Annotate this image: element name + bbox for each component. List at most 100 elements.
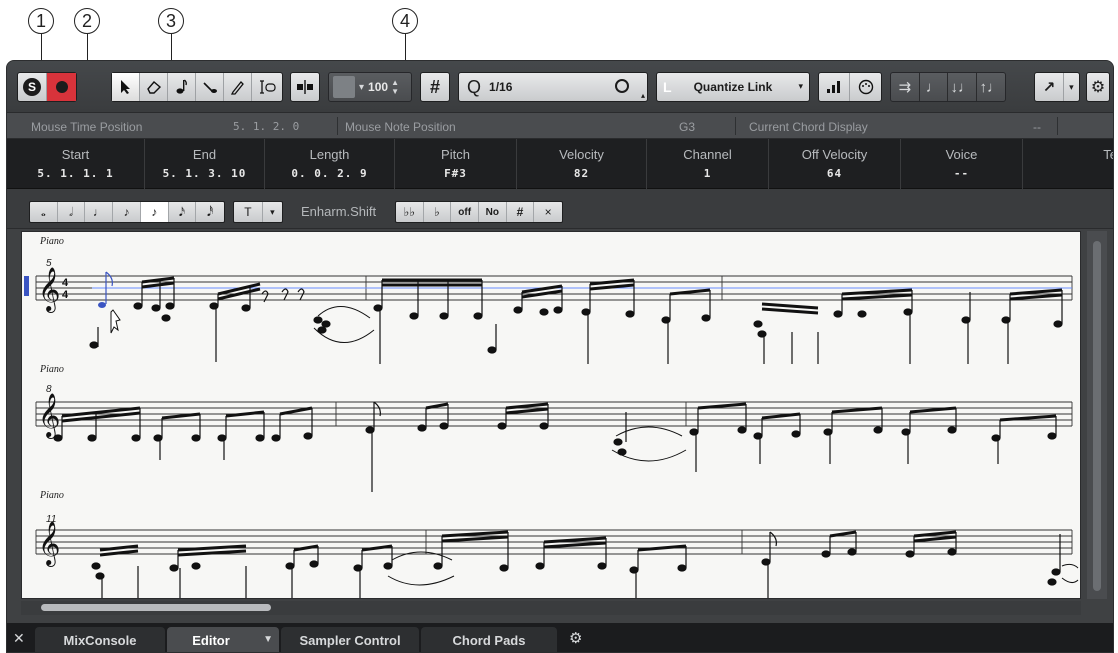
gear-icon[interactable]: ⚙: [569, 629, 582, 647]
snap-button[interactable]: #: [421, 73, 449, 101]
sixteenth-note-button[interactable]: ♪: [140, 202, 169, 222]
midi-input-button[interactable]: [850, 73, 881, 101]
info-length-value[interactable]: 0. 0. 2. 9: [265, 167, 394, 180]
pitch-record-button[interactable]: ♩: [920, 73, 948, 101]
settings-button[interactable]: ⚙: [1087, 73, 1109, 101]
tab-label: Chord Pads: [452, 633, 526, 648]
pencil-tool-button[interactable]: [224, 73, 252, 101]
snap-group: #: [420, 72, 450, 102]
info-channel-value[interactable]: 1: [647, 167, 768, 180]
solo-button[interactable]: S: [18, 73, 48, 101]
auto-scroll-button[interactable]: ↗: [1035, 73, 1064, 101]
instrument-name: Piano: [39, 236, 64, 247]
text-cursor-icon: [260, 80, 276, 94]
off-button[interactable]: off: [451, 202, 480, 222]
info-line: Start 5. 1. 1. 1 End 5. 1. 3. 10 Length …: [7, 139, 1113, 189]
auto-scroll-dropdown[interactable]: ▾: [1064, 73, 1079, 101]
tool-buttons: [111, 72, 283, 102]
tab-chord-pads[interactable]: Chord Pads: [421, 627, 557, 652]
tuplet-button[interactable]: T: [234, 202, 263, 222]
thirty-second-note-button[interactable]: 𝅘𝅥𝅯: [169, 202, 197, 222]
glue-icon: [202, 82, 217, 93]
callout-3: 3: [158, 8, 184, 34]
info-voice-label: Voice: [945, 147, 978, 162]
info-voice[interactable]: Voice --: [901, 139, 1023, 189]
tuplet-dropdown[interactable]: ▾: [263, 202, 282, 222]
record-button[interactable]: [47, 73, 76, 101]
info-channel[interactable]: Channel 1: [647, 139, 769, 189]
eighth-note-button[interactable]: ♪: [113, 202, 141, 222]
length-quantize-value[interactable]: Quantize Link: [694, 80, 773, 94]
move-insert-mode-button[interactable]: ⇉: [891, 73, 920, 101]
mouse-time-position-value: 5. 1. 2. 0: [233, 120, 300, 133]
info-velocity-value[interactable]: 82: [517, 167, 646, 180]
sixty-fourth-note-button[interactable]: 𝅘𝅥𝅰: [196, 202, 224, 222]
score-display[interactable]: Piano 5 𝄞 4 4 Piano 8 𝄞 Piano 11 𝄞: [21, 231, 1081, 599]
horizontal-scrollbar[interactable]: [21, 601, 1081, 615]
length-quantize-dropdown-icon[interactable]: ▾: [798, 81, 803, 92]
vertical-scrollbar[interactable]: [1087, 231, 1107, 599]
info-off-velocity-value[interactable]: 64: [769, 167, 900, 180]
tab-mixconsole[interactable]: MixConsole: [35, 627, 165, 652]
status-separator: [337, 117, 338, 135]
info-end[interactable]: End 5. 1. 3. 10: [145, 139, 265, 189]
info-pitch-value[interactable]: F#3: [395, 167, 516, 180]
vertical-scrollbar-thumb[interactable]: [1093, 241, 1101, 591]
erase-tool-button[interactable]: [140, 73, 168, 101]
velocity-value[interactable]: 100: [368, 80, 388, 94]
info-length[interactable]: Length 0. 0. 2. 9: [265, 139, 395, 189]
info-off-velocity[interactable]: Off Velocity 64: [769, 139, 901, 189]
notes-system-2: [53, 401, 1057, 492]
midi-connector-icon: [858, 79, 873, 95]
object-selection-tool-button[interactable]: [112, 73, 140, 101]
quantize-value[interactable]: 1/16: [489, 80, 512, 94]
note-on-record-button[interactable]: ↓♩: [948, 73, 977, 101]
tab-sampler-control[interactable]: Sampler Control: [281, 627, 419, 652]
info-truncated-label: Te: [1103, 147, 1113, 162]
double-sharp-button[interactable]: ×: [534, 202, 562, 222]
info-end-value[interactable]: 5. 1. 3. 10: [145, 167, 264, 180]
info-pitch[interactable]: Pitch F#3: [395, 139, 517, 189]
time-signature: 4: [62, 277, 69, 289]
info-start-value[interactable]: 5. 1. 1. 1: [7, 167, 144, 180]
quantize-dropdown-icon[interactable]: ▴: [641, 91, 645, 100]
double-flat-button[interactable]: ♭♭: [396, 202, 424, 222]
close-icon[interactable]: ✕: [13, 630, 25, 647]
current-chord-display-value: --: [1033, 120, 1041, 134]
instrument-name: Piano: [39, 490, 64, 501]
pencil-icon: [230, 81, 244, 95]
quantize-q-label: Q: [467, 76, 482, 97]
quarter-note-button[interactable]: ♩: [85, 202, 114, 222]
tab-editor[interactable]: Editor ▼: [167, 627, 279, 652]
tab-label: Sampler Control: [299, 633, 401, 648]
sharp-button[interactable]: #: [507, 202, 535, 222]
velocity-stepper[interactable]: ▲ ▼: [391, 78, 399, 96]
note-off-record-button[interactable]: ↑♩: [977, 73, 1005, 101]
insert-velocity-icon: [333, 76, 355, 98]
glue-tool-button[interactable]: [196, 73, 224, 101]
callout-1: 1: [28, 8, 54, 34]
solo-record-group: S: [17, 72, 77, 102]
auto-scroll-group: ↗ ▾: [1034, 72, 1080, 102]
score-svg[interactable]: Piano 5 𝄞 4 4 Piano 8 𝄞 Piano 11 𝄞: [22, 232, 1080, 598]
whole-note-button[interactable]: 𝅝: [30, 202, 58, 222]
step-input-button[interactable]: [819, 73, 851, 101]
velocity-dropdown-arrow[interactable]: ▾: [359, 82, 364, 93]
note-tool-button[interactable]: [168, 73, 196, 101]
enharmonic-shift-label: Enharm.Shift: [301, 204, 377, 219]
info-velocity[interactable]: Velocity 82: [517, 139, 647, 189]
half-note-button[interactable]: 𝅗𝅥: [58, 202, 86, 222]
note-value-buttons: 𝅝 𝅗𝅥 ♩ ♪ ♪ 𝅘𝅥𝅯 𝅘𝅥𝅰: [29, 201, 225, 223]
chevron-down-icon[interactable]: ▼: [263, 634, 273, 645]
info-end-label: End: [192, 147, 217, 162]
info-voice-value[interactable]: --: [901, 167, 1022, 180]
flat-button[interactable]: ♭: [424, 202, 452, 222]
no-button[interactable]: No: [479, 202, 507, 222]
info-start[interactable]: Start 5. 1. 1. 1: [7, 139, 145, 189]
treble-clef: 𝄞: [38, 521, 60, 567]
text-tool-button[interactable]: [252, 73, 282, 101]
info-truncated[interactable]: Te: [1023, 139, 1113, 189]
split-button[interactable]: [291, 73, 319, 101]
quantize-preset-icon[interactable]: [615, 79, 629, 93]
horizontal-scrollbar-thumb[interactable]: [41, 604, 271, 611]
